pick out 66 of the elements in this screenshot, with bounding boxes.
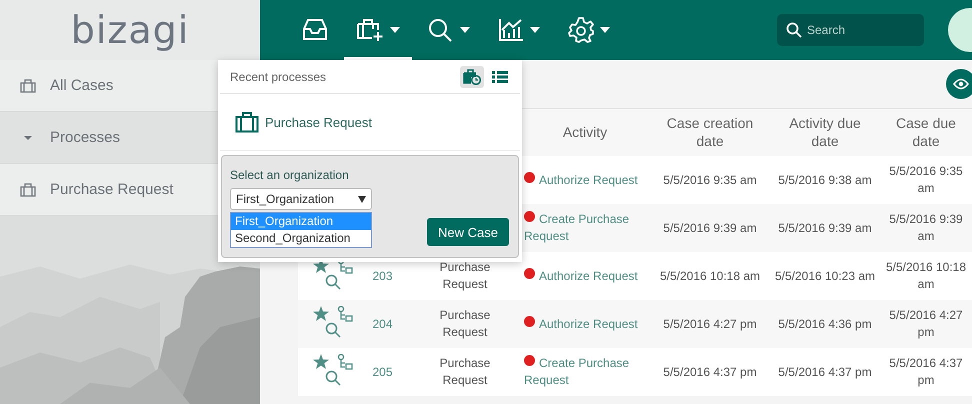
settings-icon [568,17,594,43]
column-header[interactable]: Case due date [880,108,972,156]
table-cell: Purchase Request [440,260,490,291]
organization-select[interactable]: First_Organization [230,188,372,210]
search-icon [786,22,802,38]
workflow-icon[interactable] [336,354,352,370]
status-dot [524,211,535,222]
caret-icon [600,27,610,33]
table-cell: 5/5/2016 4:37 pm [778,364,872,379]
case-id-link[interactable]: 203 [372,268,393,283]
dropdown-option[interactable]: First_Organization [231,213,371,230]
table-cell: 5/5/2016 10:18 am [660,268,760,283]
table-cell: 5/5/2016 10:23 am [774,268,876,283]
table-cell: 5/5/2016 9:39 am [778,220,872,235]
case-id-link[interactable]: 205 [372,364,393,379]
status-dot [524,355,535,366]
search-field[interactable]: Search [777,14,924,46]
inbox-icon [302,19,328,41]
column-header[interactable]: Activity [520,108,650,156]
table-cell: 5/5/2016 4:37 pm [889,356,963,387]
table-cell: 5/5/2016 9:35 am [889,164,963,195]
table-cell: 5/5/2016 4:27 pm [663,316,757,331]
activity-link[interactable]: Create Purchase Request [524,355,646,389]
activity-link[interactable]: Authorize Request [524,268,646,284]
star-icon[interactable] [312,354,328,369]
star-icon[interactable] [312,306,328,321]
search-icon[interactable] [324,322,340,338]
table-cell: 5/5/2016 9:39 am [663,220,757,235]
search-icon [428,18,454,42]
column-header[interactable]: Case creation date [650,108,770,156]
caret-icon [390,27,400,33]
status-dot [524,316,535,327]
table-cell: 5/5/2016 9:39 am [889,212,963,243]
briefcase-icon [20,78,36,92]
table-cell: 5/5/2016 9:38 am [778,172,872,187]
caret-icon [358,196,366,202]
status-dot [524,268,535,279]
table-cell: 5/5/2016 9:35 am [663,172,757,187]
table-cell: 5/5/2016 4:36 pm [778,316,872,331]
table-cell: Purchase Request [440,308,490,339]
visibility-button[interactable] [946,69,972,99]
eye-icon [953,78,969,90]
briefcase-clock-icon [463,68,481,84]
new-case-button[interactable]: New Case [427,218,509,246]
case-id-link[interactable]: 204 [372,316,393,331]
status-dot [524,172,535,183]
view-button[interactable] [460,66,484,88]
briefcase-icon [20,182,36,196]
chart-icon [498,18,524,42]
process-item[interactable]: Purchase Request [220,94,520,151]
search-icon[interactable] [324,370,340,386]
caret-icon [460,27,470,33]
list-icon [492,70,508,84]
table-cell: Purchase Request [440,356,490,387]
table-cell: 5/5/2016 4:27 pm [889,308,963,339]
briefcase-plus-icon [356,18,384,42]
dropdown-option[interactable]: Second_Organization [231,230,371,247]
workflow-icon[interactable] [336,306,352,322]
briefcase-icon [235,111,259,133]
table-cell: 5/5/2016 10:18 am [886,260,966,291]
search-icon[interactable] [324,274,340,290]
activity-link[interactable]: Authorize Request [524,172,646,188]
caret-icon [530,27,540,33]
column-header[interactable]: Activity due date [770,108,880,156]
table-cell: 5/5/2016 4:37 pm [663,364,757,379]
logo: bizagi [70,8,190,52]
